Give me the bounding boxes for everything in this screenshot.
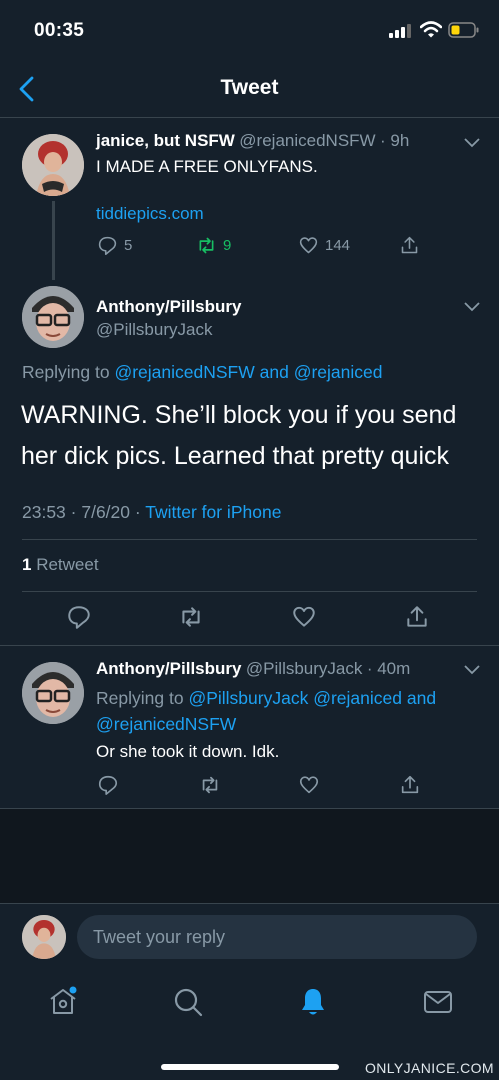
chevron-down-icon[interactable]: [464, 665, 480, 675]
chevron-down-icon[interactable]: [464, 138, 480, 148]
page-title: Tweet: [220, 76, 279, 99]
retweet-count: 9: [223, 236, 232, 254]
parent-tweet-header: janice, but NSFW @rejanicedNSFW · 9h: [96, 131, 409, 151]
reply-count: 5: [124, 236, 133, 254]
divider: [0, 645, 499, 646]
like-button[interactable]: [291, 604, 317, 630]
mention-link[interactable]: @rejanicedNSFW: [96, 714, 236, 734]
tweet-text: Or she took it down. Idk.: [96, 742, 280, 761]
reply-icon: [68, 606, 90, 629]
retweet-button[interactable]: [178, 604, 204, 630]
status-time: 00:35: [34, 20, 85, 41]
reply-icon: [98, 775, 118, 795]
reply-button[interactable]: [66, 604, 92, 630]
share-icon: [401, 775, 419, 794]
heart-icon: [293, 606, 315, 627]
home-icon[interactable]: [48, 986, 78, 1016]
retweet-stats[interactable]: 1 Retweet: [22, 555, 99, 575]
battery-icon: [448, 22, 480, 38]
heart-icon: [299, 236, 318, 253]
reply-icon: [98, 236, 117, 255]
avatar-anthony[interactable]: [22, 286, 84, 348]
replying-prefix: Replying to: [96, 688, 184, 708]
like-count: 144: [325, 236, 351, 254]
author-name[interactable]: Anthony/Pillsbury: [96, 297, 241, 317]
mention-link[interactable]: @rejanicedNSFW: [114, 362, 254, 382]
header-divider: [0, 117, 499, 118]
heart-icon: [299, 776, 319, 794]
tweet-text: WARNING. She’ll block you if you send he…: [21, 395, 456, 477]
share-icon: [401, 236, 418, 253]
mention-link[interactable]: @rejaniced: [313, 688, 402, 708]
replying-prefix: Replying to: [22, 362, 110, 382]
mention-link[interactable]: @PillsburyJack: [188, 688, 308, 708]
mention-link[interactable]: @rejaniced: [294, 362, 383, 382]
retweet-stat-count: 1: [22, 555, 32, 574]
divider: [22, 591, 477, 592]
replying-to: Replying to @rejanicedNSFW and @rejanice…: [22, 362, 383, 383]
avatar-janice[interactable]: [22, 134, 84, 196]
replying-and[interactable]: and: [260, 362, 289, 382]
author-handle: @rejanicedNSFW: [239, 131, 376, 150]
tweet-text-line: WARNING. She’ll block you if you send: [21, 401, 457, 429]
watermark: ONLYJANICE.COM: [364, 1060, 494, 1076]
wifi-icon: [420, 21, 442, 38]
empty-feed-area: [0, 809, 499, 903]
share-button[interactable]: [399, 234, 420, 256]
home-indicator: [161, 1064, 339, 1070]
author-name[interactable]: janice, but NSFW: [96, 131, 235, 150]
tweet-text: I MADE A FREE ONLYFANS.: [96, 157, 318, 176]
retweet-icon: [202, 776, 218, 794]
reply-button[interactable]: 5: [97, 234, 132, 256]
tweet-timestamp: 23:53 · 7/6/20 ·: [22, 502, 141, 522]
tweet-age: · 9h: [380, 131, 410, 150]
share-button[interactable]: [404, 604, 430, 630]
reply-compose-placeholder: Tweet your reply: [93, 927, 226, 947]
cellular-signal-icon: [389, 24, 413, 38]
divider: [22, 539, 477, 540]
retweet-stat-label: Retweet: [36, 555, 99, 574]
retweet-button[interactable]: [199, 774, 221, 796]
chevron-down-icon[interactable]: [464, 302, 480, 312]
replying-and[interactable]: and: [407, 688, 436, 708]
tweet-link[interactable]: tiddiepics.com: [96, 204, 204, 224]
avatar-anthony[interactable]: [22, 662, 84, 724]
tweet-source[interactable]: Twitter for iPhone: [145, 502, 281, 522]
tweet-age: · 40m: [366, 659, 411, 678]
reply-tweet-header: Anthony/Pillsbury @PillsburyJack · 40m: [96, 659, 410, 679]
retweet-icon: [199, 237, 214, 253]
share-icon: [407, 606, 427, 627]
notifications-bell-icon[interactable]: [298, 986, 328, 1018]
author-name[interactable]: Anthony/Pillsbury: [96, 659, 241, 678]
author-handle: @PillsburyJack: [245, 659, 363, 678]
divider: [0, 903, 499, 904]
reply-button[interactable]: [97, 774, 119, 796]
tweet-text-line: her dick pics. Learned that pretty quick: [21, 442, 450, 470]
share-button[interactable]: [399, 774, 421, 796]
like-button[interactable]: [298, 774, 320, 796]
replying-to: Replying to @PillsburyJack @rejaniced an…: [96, 685, 481, 737]
retweet-button[interactable]: 9: [196, 234, 231, 256]
thread-connector-line: [52, 201, 55, 280]
author-name-text: Anthony/Pillsbury: [96, 297, 242, 316]
search-icon[interactable]: [173, 987, 203, 1017]
messages-envelope-icon[interactable]: [423, 990, 453, 1014]
tweet-meta: 23:53 · 7/6/20 · Twitter for iPhone: [22, 502, 281, 523]
author-handle: @PillsburyJack: [96, 320, 213, 339]
avatar-current-user[interactable]: [22, 915, 66, 959]
retweet-icon: [182, 607, 200, 627]
like-button[interactable]: 144: [298, 234, 350, 256]
